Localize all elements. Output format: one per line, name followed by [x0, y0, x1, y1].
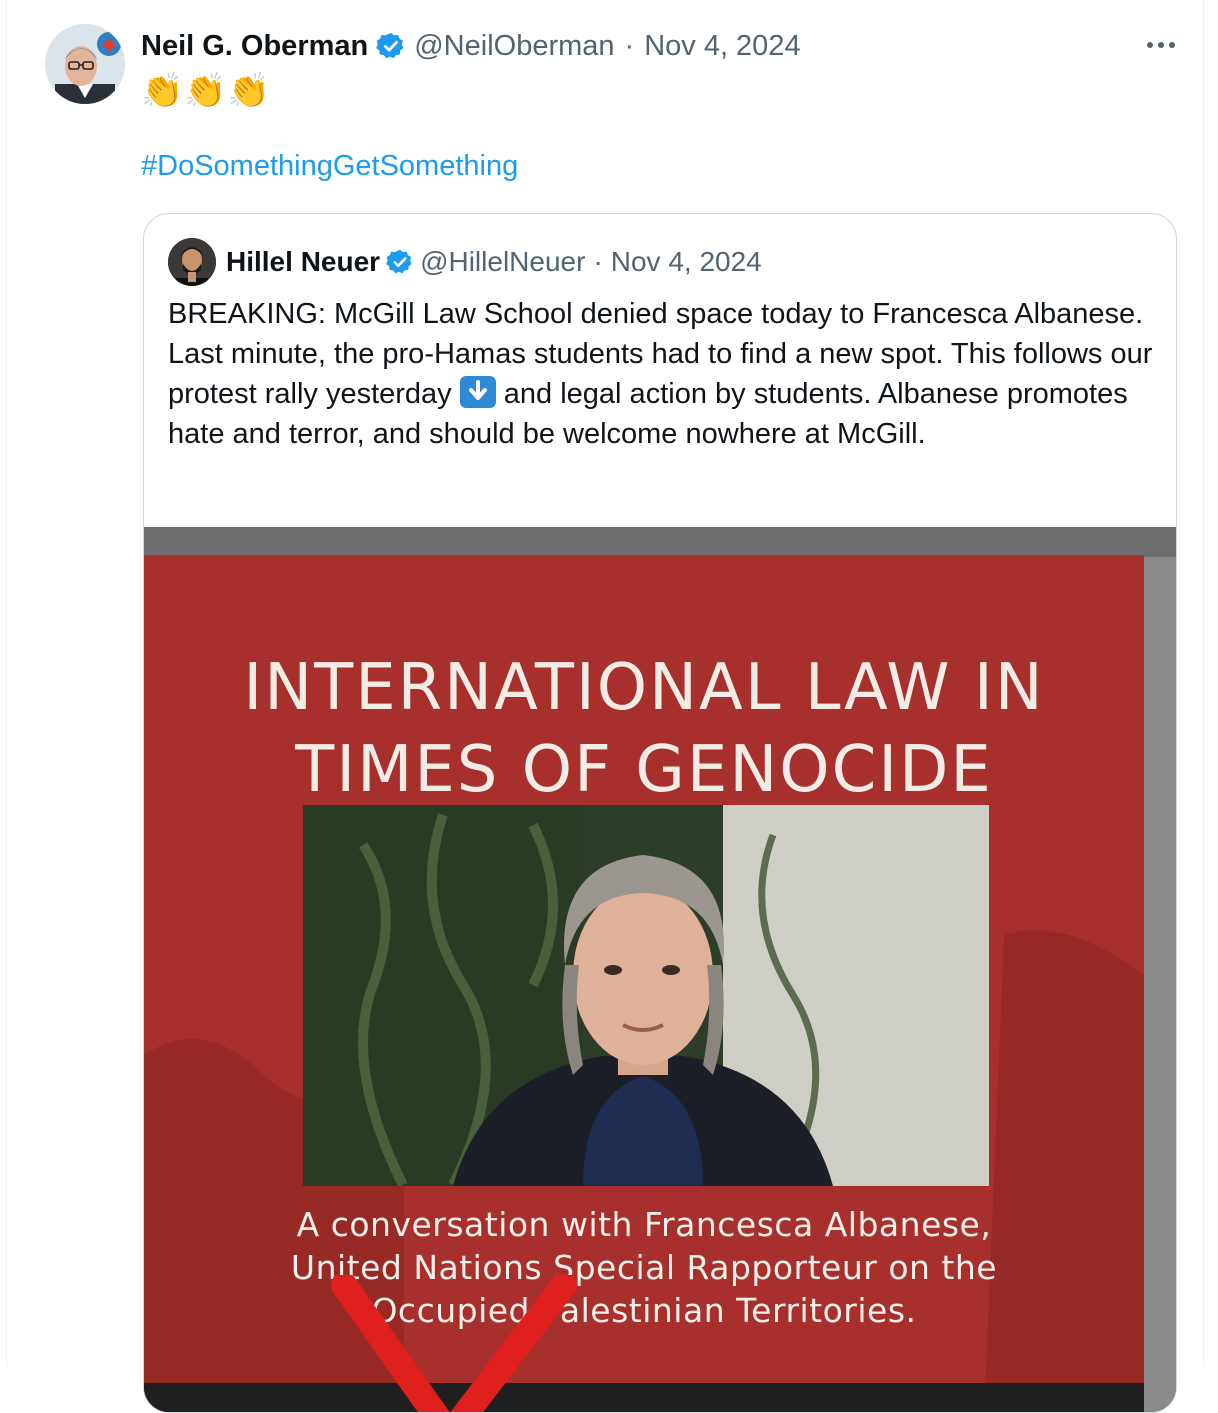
separator-dot: · [624, 29, 635, 62]
quoted-tweet-header: Hillel Neuer @HillelNeuer · Nov 4, 2024 [168, 238, 762, 286]
poster-subtitle-line-1: A conversation with Francesca Albanese, [296, 1205, 992, 1244]
quoted-media-image[interactable]: INTERNATIONAL LAW IN TIMES OF GENOCIDE A… [144, 527, 1176, 1412]
quoted-author-avatar[interactable] [168, 238, 216, 286]
down-arrow-emoji [459, 376, 496, 408]
quoted-author-handle[interactable]: @HillelNeuer [420, 246, 585, 278]
quoted-tweet-text: BREAKING: McGill Law School denied space… [168, 294, 1158, 454]
poster-title-line-2: TIMES OF GENOCIDE [295, 733, 993, 807]
event-poster: INTERNATIONAL LAW IN TIMES OF GENOCIDE A… [144, 555, 1144, 1412]
author-name[interactable]: Neil G. Oberman [141, 30, 368, 63]
verified-badge-icon [386, 248, 414, 276]
poster-bottom-bar [144, 1383, 1144, 1412]
author-avatar[interactable] [45, 24, 125, 104]
more-horizontal-icon[interactable] [1141, 30, 1181, 60]
quoted-author-name[interactable]: Hillel Neuer [226, 246, 380, 278]
quoted-tweet[interactable]: Hillel Neuer @HillelNeuer · Nov 4, 2024 … [143, 213, 1177, 1413]
poster-subtitle-line-2: United Nations Special Rapporteur on the [290, 1248, 998, 1287]
speaker-photo [303, 805, 989, 1186]
poster-subtitle-line-3: Occupied Palestinian Territories. [371, 1291, 917, 1330]
verified-badge-icon [376, 31, 406, 61]
tweet-date[interactable]: Nov 4, 2024 [644, 30, 800, 63]
tweet: Neil G. Oberman @NeilOberman · Nov 4, 20… [6, 0, 1204, 1413]
separator-dot: · [593, 246, 603, 277]
poster-title-line-1: INTERNATIONAL LAW IN [243, 651, 1045, 725]
hashtag-link[interactable]: #DoSomethingGetSomething [141, 150, 518, 183]
poster-subtitle: A conversation with Francesca Albanese, … [144, 1203, 1144, 1332]
clapping-hands-emoji: 👏👏👏 [141, 72, 272, 110]
quoted-tweet-date[interactable]: Nov 4, 2024 [611, 246, 762, 278]
author-handle[interactable]: @NeilOberman [414, 30, 614, 63]
poster-title: INTERNATIONAL LAW IN TIMES OF GENOCIDE [144, 647, 1144, 811]
red-x-mark-icon [331, 1275, 577, 1412]
tweet-header: Neil G. Oberman @NeilOberman · Nov 4, 20… [141, 26, 801, 66]
